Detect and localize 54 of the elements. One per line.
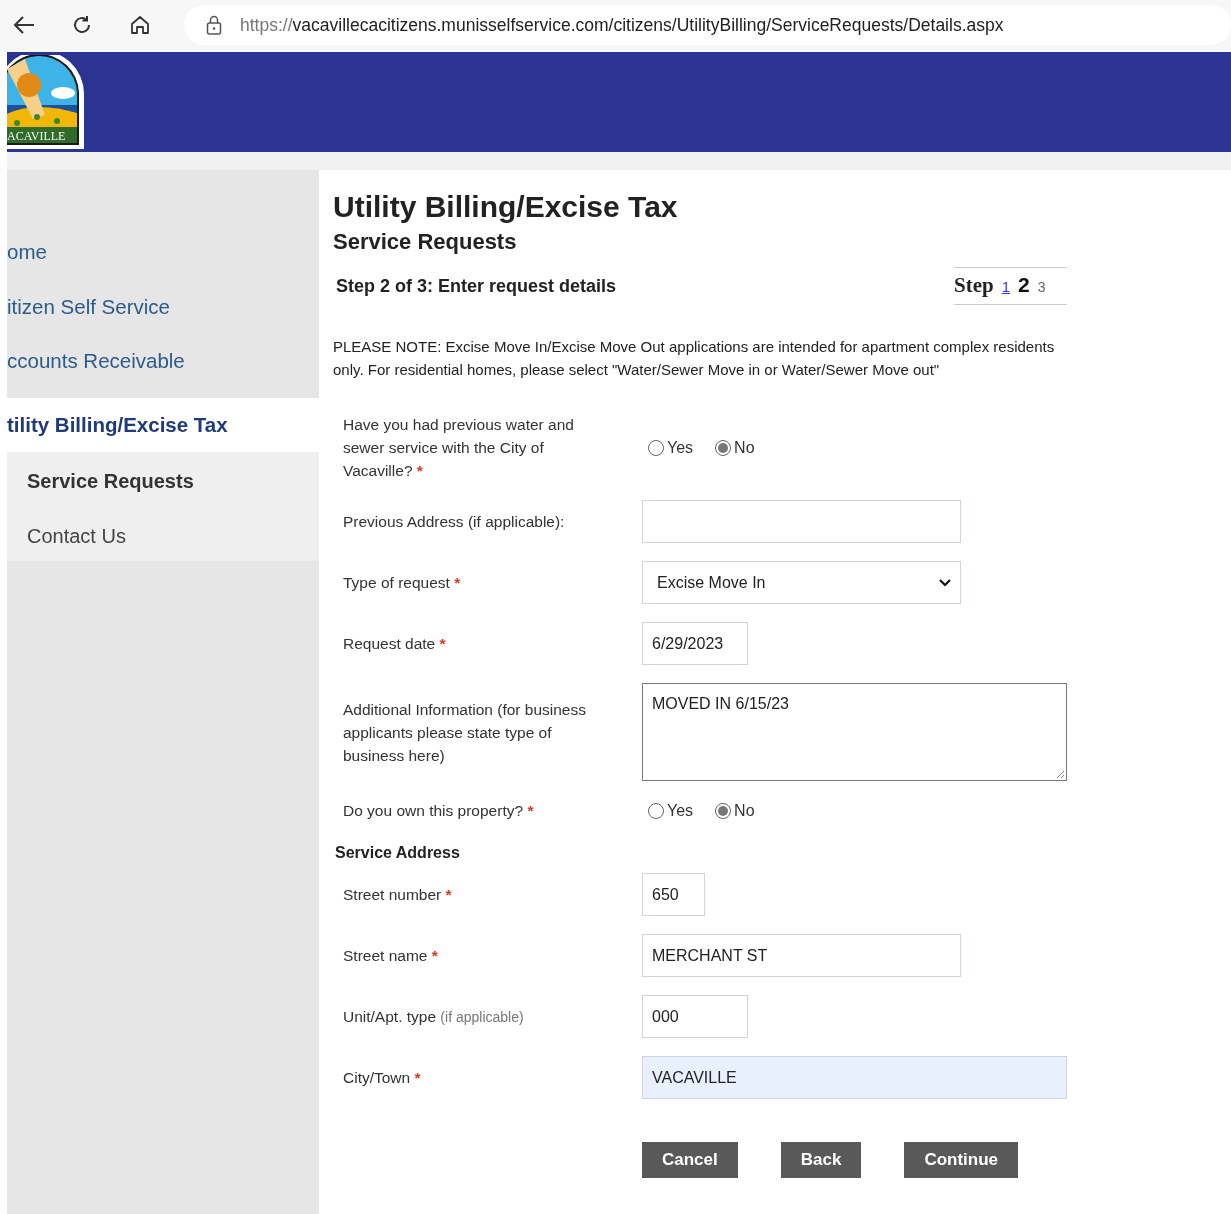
field-label: Have you had previous water and sewer service with the City of Vacaville? *	[343, 416, 574, 479]
section-heading: Service Address	[334, 844, 461, 862]
field-label: City/Town *	[343, 1069, 421, 1086]
form-button[interactable]: Cancel	[642, 1142, 738, 1178]
text-field[interactable]: 6/29/2023	[642, 622, 748, 665]
text-field[interactable]: MERCHANT ST	[642, 934, 961, 977]
address-bar[interactable]: https://vacavillecacitizens.munisselfservice.com/citizens/UtilityBilling/ServiceRequests/Details.aspx	[184, 5, 1231, 45]
step-label: Step	[954, 273, 994, 298]
logo-text: ACAVILLE	[7, 129, 66, 143]
radio-button[interactable]	[648, 439, 664, 456]
field-label: Additional Information (for business applicants please state type of business here)	[343, 700, 586, 764]
form-button[interactable]: Back	[780, 1142, 862, 1178]
radio-button[interactable]	[715, 802, 732, 819]
text-field[interactable]: VACAVILLE	[642, 1056, 1067, 1099]
step-number: 2	[1018, 273, 1030, 297]
field-label: Street number *	[343, 886, 452, 903]
step-number: 3	[1037, 279, 1046, 295]
radio-label: No	[734, 801, 755, 820]
field-label: Type of request *	[343, 574, 461, 591]
home-icon[interactable]	[129, 14, 151, 36]
text-area[interactable]: MOVED IN 6/15/23	[642, 683, 1067, 781]
field-label: Previous Address (if applicable):	[343, 513, 565, 530]
url-text: https://vacavillecacitizens.munisselfservice.com/citizens/UtilityBilling/ServiceRequests/Details.aspx	[240, 14, 1004, 36]
radio-label: Yes	[667, 801, 694, 820]
field-label: Unit/Apt. type	[343, 1007, 437, 1025]
radio-button[interactable]	[648, 802, 664, 819]
nav-link[interactable]: Contact Us	[7, 506, 319, 561]
page-subtitle: Service Requests	[333, 229, 517, 255]
field-label: Do you own this property? *	[343, 802, 534, 819]
reload-icon[interactable]	[71, 14, 93, 36]
field-label: Request date *	[343, 635, 446, 652]
nav-link[interactable]: Service Requests	[7, 452, 319, 507]
text-field[interactable]	[642, 500, 961, 543]
dropdown[interactable]: Excise Move In	[642, 561, 961, 604]
notice-text: PLEASE NOTE: Excise Move In/Excise Move Out applications are intended for apartment complex residents only. For residential homes, please select "Water/Sewer Move in or Water/Sewer Move out"	[333, 337, 1056, 380]
step-heading: Step 2 of 3: Enter request details	[336, 275, 617, 297]
step-link[interactable]: 1	[1001, 278, 1011, 295]
nav-link[interactable]: ccounts Receivable	[7, 343, 319, 398]
resize-grip-icon[interactable]	[1055, 769, 1065, 779]
text-field[interactable]: 650	[642, 873, 705, 916]
page-title: Utility Billing/Excise Tax	[333, 190, 678, 224]
text-field[interactable]: 000	[642, 995, 748, 1038]
radio-label: No	[734, 438, 755, 457]
back-arrow-icon[interactable]	[12, 15, 36, 35]
field-label: Street name *	[343, 947, 438, 964]
radio-label: Yes	[667, 438, 694, 457]
nav-link[interactable]: ome	[7, 234, 319, 289]
nav-link[interactable]: itizen Self Service	[7, 288, 319, 343]
caret-icon	[939, 578, 951, 587]
radio-button[interactable]	[715, 439, 732, 456]
nav-link[interactable]: tility Billing/Excise Tax	[7, 397, 319, 452]
form-button[interactable]: Continue	[904, 1142, 1019, 1178]
hint-text: (if applicable)	[440, 1008, 524, 1025]
lock-icon	[206, 15, 222, 35]
